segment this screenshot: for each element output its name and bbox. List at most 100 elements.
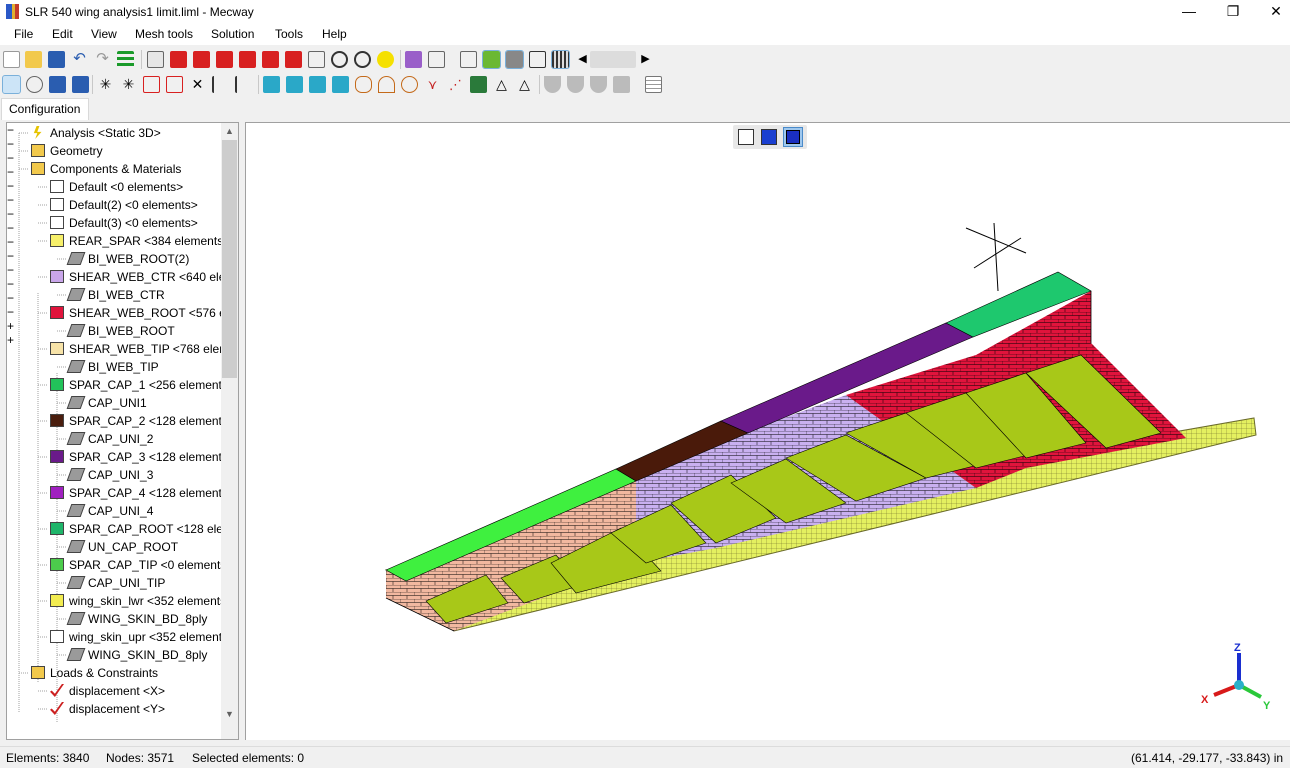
mirror-icon[interactable] (309, 76, 326, 93)
zoom-icon[interactable] (331, 51, 348, 68)
delete-icon[interactable]: ✕ (189, 76, 206, 93)
tree-item[interactable]: SPAR_CAP_2 <128 elements> (50, 412, 235, 430)
node-tool-icon[interactable]: ⋰ (447, 76, 464, 93)
select-pointer-icon[interactable] (2, 75, 21, 94)
tree-item[interactable]: Default(2) <0 elements> (50, 196, 198, 214)
bend-icon[interactable] (544, 76, 561, 93)
wing-mesh-model[interactable]: Z X Y (246, 123, 1290, 741)
view-right-icon[interactable] (239, 51, 256, 68)
copy-icon[interactable] (332, 76, 349, 93)
zoom-window-icon[interactable] (308, 51, 325, 68)
tree-item[interactable]: SPAR_CAP_1 <256 elements> (50, 376, 235, 394)
view-bottom-icon[interactable] (285, 51, 302, 68)
pattern-icon[interactable] (613, 76, 630, 93)
scroll-down-icon[interactable]: ▼ (221, 706, 238, 723)
hex-icon[interactable] (166, 76, 183, 93)
menu-edit[interactable]: Edit (52, 27, 73, 41)
close-button[interactable]: ✕ (1253, 0, 1290, 24)
tree-item[interactable]: BI_WEB_TIP (66, 358, 159, 376)
solve-icon[interactable] (117, 51, 134, 68)
arc-icon[interactable] (378, 76, 395, 93)
select-faces-icon[interactable] (72, 76, 89, 93)
tree-item[interactable]: WING_SKIN_BD_8ply (66, 610, 207, 628)
curve-icon[interactable] (401, 76, 418, 93)
tree-item[interactable]: UN_CAP_ROOT (66, 538, 178, 556)
tree-item[interactable]: wing_skin_upr <352 elements> (50, 628, 235, 646)
tree-item[interactable]: BI_WEB_ROOT(2) (66, 250, 189, 268)
tree-item[interactable]: SHEAR_WEB_TIP <768 elements> (50, 340, 238, 358)
select-lasso-icon[interactable] (26, 76, 43, 93)
cylinder-icon[interactable] (355, 76, 372, 93)
tree-item[interactable]: BI_WEB_ROOT (66, 322, 175, 340)
tree-item[interactable]: Loads & Constraints (31, 664, 158, 682)
layer-icon[interactable] (470, 76, 487, 93)
view-left-icon[interactable] (216, 51, 233, 68)
scroll-left-icon[interactable]: ◀ (574, 51, 591, 68)
tab-configuration[interactable]: Configuration (1, 98, 89, 120)
tree-item[interactable]: Default <0 elements> (50, 178, 183, 196)
tree-item[interactable]: BI_WEB_CTR (66, 286, 165, 304)
mesh-lines-icon[interactable] (551, 50, 570, 69)
warp-icon[interactable] (590, 76, 607, 93)
view-top-icon[interactable] (262, 51, 279, 68)
hidden-line-icon[interactable] (529, 51, 546, 68)
tree-item[interactable]: CAP_UNI1 (66, 394, 147, 412)
tree-item[interactable]: CAP_UNI_3 (66, 466, 153, 484)
node-merge-icon[interactable]: ⋎ (424, 76, 441, 93)
menu-view[interactable]: View (91, 27, 117, 41)
tree-item[interactable]: WING_SKIN_BD_8ply (66, 646, 207, 664)
view-front-icon[interactable] (170, 51, 187, 68)
tree-item[interactable]: SPAR_CAP_4 <128 elements> (50, 484, 235, 502)
menu-file[interactable]: File (14, 27, 33, 41)
rotate-icon[interactable] (354, 51, 371, 68)
save-icon[interactable] (48, 51, 65, 68)
extrude-icon[interactable] (263, 76, 280, 93)
select-elements-icon[interactable] (49, 76, 66, 93)
select-nodes-icon[interactable] (405, 51, 422, 68)
menu-tools[interactable]: Tools (275, 27, 303, 41)
split-icon[interactable] (212, 76, 229, 93)
quad-icon[interactable] (143, 76, 160, 93)
tree-item[interactable]: SPAR_CAP_ROOT <128 elements> (50, 520, 238, 538)
scroll-right-icon[interactable]: ▶ (637, 51, 654, 68)
twist-icon[interactable] (567, 76, 584, 93)
tree-item[interactable]: SHEAR_WEB_CTR <640 elements> (50, 268, 238, 286)
tree-item[interactable]: displacement <Y> (50, 700, 165, 718)
solid-icon[interactable] (505, 50, 524, 69)
tree-vertical-scrollbar[interactable]: ▲ ▼ (221, 123, 238, 739)
refine-icon[interactable]: ✳ (120, 76, 137, 93)
view-back-icon[interactable] (193, 51, 210, 68)
table-icon[interactable] (645, 76, 662, 93)
tree-item[interactable]: Components & Materials (31, 160, 181, 178)
tree-item[interactable]: CAP_UNI_2 (66, 430, 153, 448)
explode-icon[interactable]: ✳ (97, 76, 114, 93)
minimize-button[interactable]: — (1166, 0, 1212, 24)
selection-mode-icon[interactable] (428, 51, 445, 68)
tree-item[interactable]: Default(3) <0 elements> (50, 214, 198, 232)
shaded-icon[interactable] (482, 50, 501, 69)
undo-icon[interactable]: ↶ (71, 51, 88, 68)
zoom-fit-icon[interactable] (377, 51, 394, 68)
tri-icon[interactable]: △ (493, 76, 510, 93)
tree-item[interactable]: Analysis <Static 3D> (31, 124, 161, 142)
model-viewport[interactable]: Z X Y (245, 122, 1290, 740)
revolve-icon[interactable] (286, 76, 303, 93)
tree-item[interactable]: displacement <X> (50, 682, 165, 700)
tree-item[interactable]: Geometry (31, 142, 103, 160)
tree-item[interactable]: CAP_UNI_4 (66, 502, 153, 520)
tree-item[interactable]: REAR_SPAR <384 elements> (50, 232, 230, 250)
tree-item[interactable]: SHEAR_WEB_ROOT <576 elements> (50, 304, 238, 322)
view-iso-icon[interactable] (147, 51, 164, 68)
menu-solution[interactable]: Solution (211, 27, 254, 41)
open-folder-icon[interactable] (25, 51, 42, 68)
join-icon[interactable] (235, 76, 252, 93)
redo-icon[interactable]: ↷ (94, 51, 111, 68)
new-file-icon[interactable] (3, 51, 20, 68)
tree-item[interactable]: wing_skin_lwr <352 elements> (50, 592, 233, 610)
tree-item[interactable]: CAP_UNI_TIP (66, 574, 165, 592)
menu-help[interactable]: Help (322, 27, 347, 41)
scrollbar-thumb[interactable] (222, 140, 237, 378)
tree-item[interactable]: SPAR_CAP_3 <128 elements> (50, 448, 235, 466)
tri-mesh-icon[interactable]: △ (516, 76, 533, 93)
menu-mesh-tools[interactable]: Mesh tools (135, 27, 193, 41)
